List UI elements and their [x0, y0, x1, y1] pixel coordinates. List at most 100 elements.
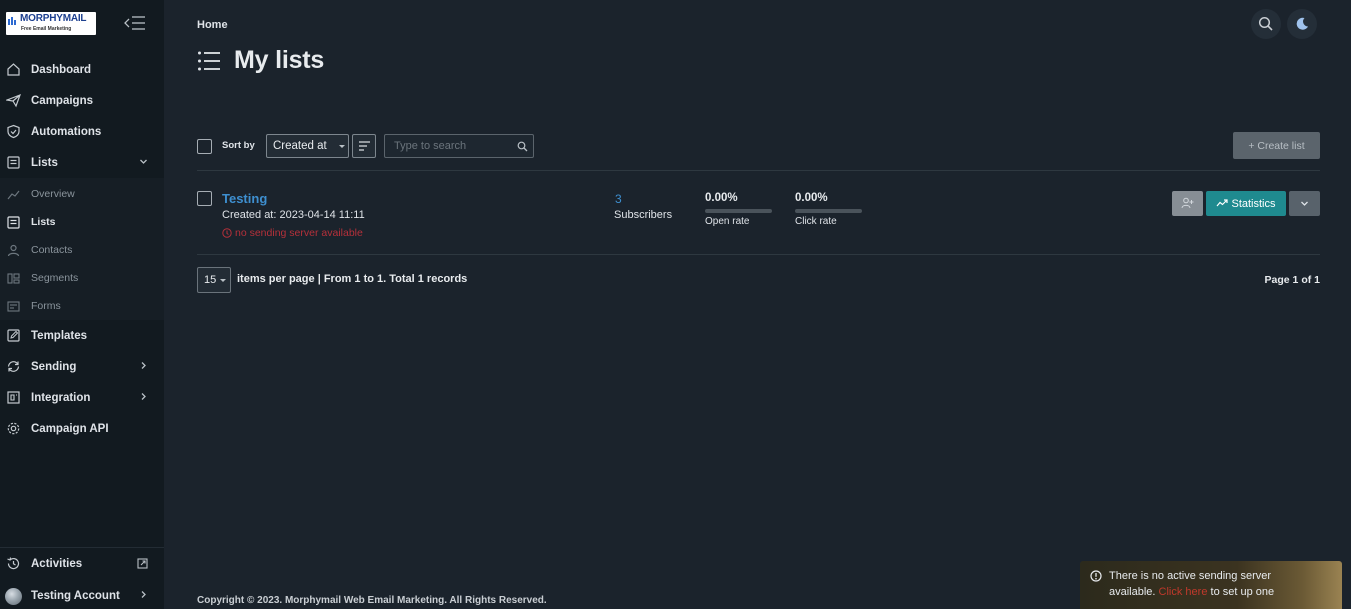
sidebar-subitem-lists[interactable]: Lists [0, 208, 164, 236]
list-name-link[interactable]: Testing [222, 191, 267, 206]
pencil-icon [7, 329, 20, 342]
sidebar-subitem-forms[interactable]: Forms [0, 292, 164, 320]
trend-icon [1217, 199, 1229, 207]
sidebar-item-label: Activities [31, 558, 83, 570]
row-checkbox[interactable] [197, 191, 212, 206]
sidebar-subitem-label: Forms [31, 300, 61, 312]
chart-icon [7, 190, 20, 200]
alert-circle-icon [222, 228, 232, 238]
list-warning: no sending server available [222, 227, 363, 239]
subscribers-count[interactable]: 3 [615, 192, 622, 206]
search-button[interactable] [1251, 9, 1281, 39]
sidebar-subitem-contacts[interactable]: Contacts [0, 236, 164, 264]
select-all-checkbox[interactable] [197, 139, 212, 154]
sidebar-item-label: Templates [31, 329, 88, 342]
external-link-icon[interactable] [137, 558, 148, 569]
sidebar-item-templates[interactable]: Templates [0, 320, 164, 351]
sidebar-item-activities[interactable]: Activities [0, 548, 164, 580]
search-field [384, 134, 534, 158]
per-page-select[interactable]: 15 [197, 267, 231, 293]
toast-message-line1: There is no active sending server [1109, 570, 1272, 582]
sidebar-item-sending[interactable]: Sending [0, 351, 164, 382]
brand-name: MORPHYMAIL [20, 13, 87, 24]
sidebar-subitem-label: Overview [31, 188, 75, 200]
sidebar-item-campaign-api[interactable]: Campaign API [0, 413, 164, 444]
paper-plane-icon [6, 93, 21, 108]
sidebar-item-label: Integration [31, 391, 91, 404]
sidebar-item-integration[interactable]: Integration [0, 382, 164, 413]
avatar [5, 588, 22, 605]
click-rate-label: Click rate [795, 216, 837, 227]
sidebar-item-label: Sending [31, 360, 77, 373]
sidebar-item-account[interactable]: Testing Account [0, 580, 164, 609]
records-range: | From 1 to 1. Total 1 records [317, 273, 468, 285]
brand-tagline: Free Email Marketing [21, 26, 72, 32]
sidebar-subitem-label: Lists [31, 216, 56, 228]
toast-setup-link[interactable]: Click here [1159, 586, 1208, 598]
main-content: Home My lists Sort by Created at + Creat… [164, 0, 1351, 609]
sort-select[interactable]: Created at [266, 134, 349, 158]
sidebar-subitem-segments[interactable]: Segments [0, 264, 164, 292]
breadcrumb[interactable]: Home [197, 19, 228, 31]
list-icon [198, 51, 220, 71]
sidebar-collapse-icon[interactable] [124, 14, 146, 32]
sort-lines-icon [359, 141, 370, 151]
per-page-text: items per page [237, 273, 315, 285]
sidebar-subitem-overview[interactable]: Overview [0, 180, 164, 208]
sidebar-item-label: Dashboard [31, 63, 92, 76]
moon-icon [1296, 17, 1308, 30]
sidebar-subitem-label: Contacts [31, 244, 73, 256]
search-input[interactable] [385, 135, 513, 157]
caret-down-icon [339, 145, 345, 148]
sidebar-item-lists[interactable]: Lists [0, 147, 164, 178]
caret-down-icon [220, 279, 226, 282]
toast-message-line2: available. Click here to set up one [1109, 586, 1274, 598]
create-list-button[interactable]: + Create list [1233, 132, 1320, 159]
sidebar-item-automations[interactable]: Automations [0, 116, 164, 147]
brand-logo[interactable]: MORPHYMAIL Free Email Marketing [6, 12, 96, 35]
open-rate-value: 0.00% [705, 192, 738, 204]
search-icon [1258, 16, 1273, 31]
info-circle-icon [1090, 570, 1102, 582]
logo-row: MORPHYMAIL Free Email Marketing [0, 0, 164, 48]
pagination-summary: items per page | From 1 to 1. Total 1 re… [237, 273, 467, 285]
sidebar-item-label: Campaigns [31, 94, 93, 107]
form-icon [7, 301, 20, 312]
account-name: Testing Account [31, 590, 120, 602]
logo-mark-icon [8, 17, 16, 25]
divider [197, 254, 1320, 255]
list-created-at: Created at: 2023-04-14 11:11 [222, 209, 365, 221]
search-icon[interactable] [517, 141, 528, 152]
add-subscriber-button[interactable] [1172, 191, 1203, 216]
dark-mode-button[interactable] [1287, 9, 1317, 39]
divider [197, 170, 1320, 171]
sidebar-item-campaigns[interactable]: Campaigns [0, 85, 164, 116]
sidebar-item-label: Lists [31, 156, 58, 169]
chevron-right-icon [141, 591, 146, 598]
sidebar-nav: Dashboard Campaigns Automations Lists Ov… [0, 54, 164, 444]
sync-icon [7, 361, 20, 372]
click-rate-bar [795, 209, 862, 213]
sort-label: Sort by [222, 140, 255, 151]
sidebar-item-label: Campaign API [31, 422, 109, 435]
sidebar-item-dashboard[interactable]: Dashboard [0, 54, 164, 85]
sidebar-bottom: Activities Testing Account [0, 547, 164, 609]
sending-server-toast: There is no active sending server availa… [1080, 561, 1342, 609]
integration-icon [7, 391, 20, 404]
add-user-icon [1181, 197, 1194, 209]
open-rate-bar [705, 209, 772, 213]
click-rate-value: 0.00% [795, 192, 828, 204]
list-icon [7, 216, 20, 229]
page-info: Page 1 of 1 [1264, 274, 1320, 286]
statistics-label: Statistics [1231, 197, 1276, 210]
sort-direction-button[interactable] [352, 134, 376, 158]
chevron-down-icon [140, 159, 147, 164]
row-actions-dropdown[interactable] [1289, 191, 1320, 216]
chevron-down-icon [1301, 201, 1308, 206]
gear-icon [7, 422, 20, 435]
statistics-button[interactable]: Statistics [1206, 191, 1286, 216]
list-icon [7, 156, 20, 169]
per-page-value: 15 [204, 274, 217, 286]
sidebar: MORPHYMAIL Free Email Marketing Dashboar… [0, 0, 164, 609]
sort-value: Created at [273, 140, 327, 152]
